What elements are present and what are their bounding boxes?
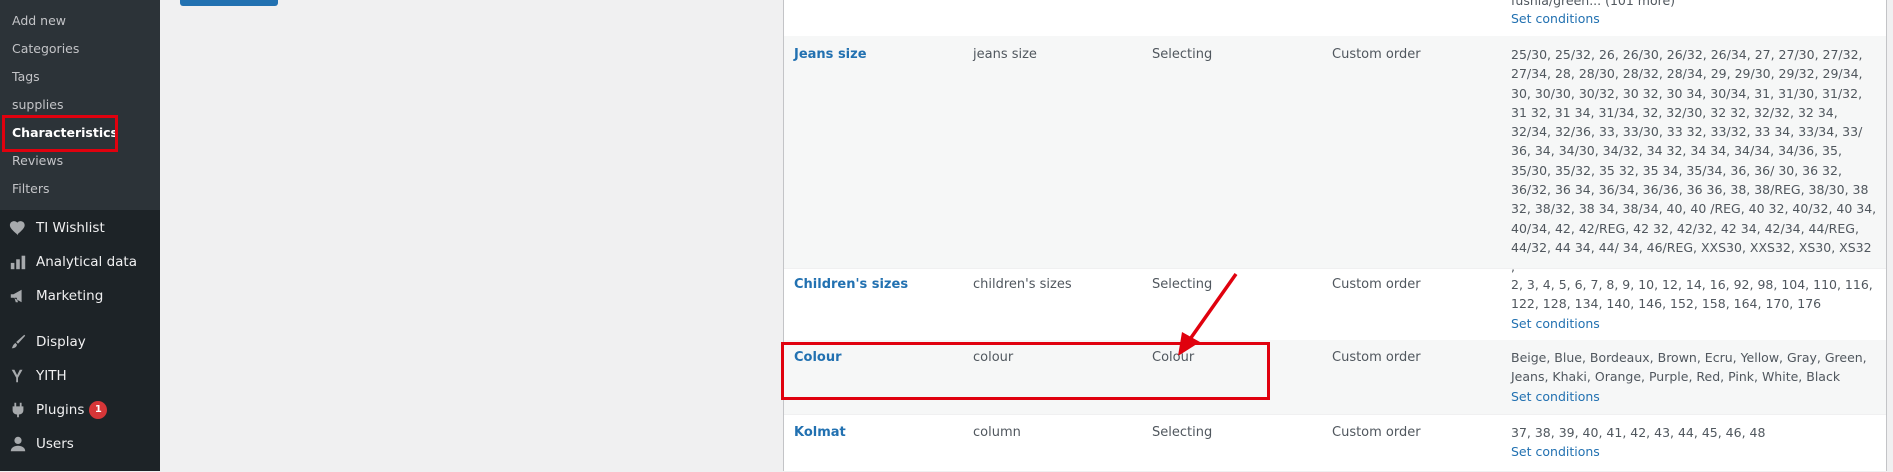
table-row: Children's sizes children's sizes Select… bbox=[784, 268, 1886, 341]
attribute-slug: children's sizes bbox=[973, 277, 1072, 292]
admin-sidebar: Add new Categories Tags supplies Charact… bbox=[0, 0, 160, 471]
attributes-table: fushia/green... (101 more) Set condition… bbox=[783, 0, 1887, 472]
submenu-reviews[interactable]: Reviews bbox=[12, 153, 63, 168]
attribute-slug: column bbox=[973, 425, 1021, 440]
menu-yith[interactable]: YITH bbox=[0, 361, 160, 391]
characteristics-highlight-box bbox=[2, 115, 118, 152]
terms-cell: 25/30, 25/32, 26, 26/30, 26/32, 26/34, 2… bbox=[1511, 45, 1877, 277]
submenu-add-new[interactable]: Add new bbox=[12, 13, 66, 28]
table-row: Jeans size jeans size Selecting Custom o… bbox=[784, 36, 1886, 274]
menu-plugins[interactable]: Plugins 1 bbox=[0, 395, 160, 425]
heart-icon bbox=[8, 218, 28, 238]
menu-label: Plugins bbox=[36, 402, 85, 418]
set-conditions-link[interactable]: Set conditions bbox=[1511, 314, 1877, 333]
menu-label: Display bbox=[36, 334, 86, 350]
annotation-arrow-icon bbox=[1178, 272, 1238, 355]
plugin-icon bbox=[8, 400, 28, 420]
attribute-slug: jeans size bbox=[973, 47, 1037, 62]
attribute-order: Custom order bbox=[1332, 425, 1421, 440]
menu-display[interactable]: Display bbox=[0, 327, 160, 357]
attribute-order: Custom order bbox=[1332, 47, 1421, 62]
menu-label: Marketing bbox=[36, 288, 104, 304]
menu-label: Users bbox=[36, 436, 74, 452]
add-attribute-button[interactable] bbox=[180, 0, 278, 6]
submenu-tags[interactable]: Tags bbox=[12, 69, 40, 84]
menu-users[interactable]: Users bbox=[0, 429, 160, 459]
attribute-name-link[interactable]: Children's sizes bbox=[794, 277, 908, 292]
submenu-filters[interactable]: Filters bbox=[12, 181, 49, 196]
menu-marketing[interactable]: Marketing bbox=[0, 281, 160, 311]
terms-cell: 37, 38, 39, 40, 41, 42, 43, 44, 45, 46, … bbox=[1511, 423, 1877, 462]
yith-icon bbox=[8, 366, 28, 386]
menu-ti-wishlist[interactable]: TI Wishlist bbox=[0, 213, 160, 243]
attribute-name-link[interactable]: Jeans size bbox=[794, 47, 867, 62]
attribute-type: Selecting bbox=[1152, 425, 1213, 440]
table-row: Kolmat column Selecting Custom order 37,… bbox=[784, 414, 1886, 472]
terms-cell: Beige, Blue, Bordeaux, Brown, Ecru, Yell… bbox=[1511, 348, 1877, 406]
set-conditions-link[interactable]: Set conditions bbox=[1511, 11, 1600, 26]
terms-list: 25/30, 25/32, 26, 26/30, 26/32, 26/34, 2… bbox=[1511, 47, 1877, 255]
menu-label: TI Wishlist bbox=[36, 220, 105, 236]
paintbrush-icon bbox=[8, 332, 28, 352]
terms-cell: fushia/green... (101 more) bbox=[1511, 0, 1676, 8]
terms-list: Beige, Blue, Bordeaux, Brown, Ecru, Yell… bbox=[1511, 350, 1867, 385]
user-icon bbox=[8, 434, 28, 454]
terms-cell: 2, 3, 4, 5, 6, 7, 8, 9, 10, 12, 14, 16, … bbox=[1511, 275, 1877, 333]
menu-label: Analytical data bbox=[36, 254, 137, 270]
attribute-name-link[interactable]: Kolmat bbox=[794, 425, 846, 440]
terms-list: 2, 3, 4, 5, 6, 7, 8, 9, 10, 12, 14, 16, … bbox=[1511, 277, 1873, 312]
plugins-update-badge: 1 bbox=[89, 401, 108, 419]
set-conditions-link[interactable]: Set conditions bbox=[1511, 442, 1877, 461]
bar-chart-icon bbox=[8, 252, 28, 272]
menu-label: YITH bbox=[36, 368, 67, 384]
set-conditions-link[interactable]: Set conditions bbox=[1511, 387, 1877, 406]
terms-list: 37, 38, 39, 40, 41, 42, 43, 44, 45, 46, … bbox=[1511, 425, 1766, 440]
table-row: fushia/green... (101 more) Set condition… bbox=[784, 0, 1886, 37]
attribute-type: Selecting bbox=[1152, 47, 1213, 62]
megaphone-icon bbox=[8, 286, 28, 306]
submenu-categories[interactable]: Categories bbox=[12, 41, 79, 56]
menu-analytical-data[interactable]: Analytical data bbox=[0, 247, 160, 277]
attribute-order: Custom order bbox=[1332, 277, 1421, 292]
attribute-order: Custom order bbox=[1332, 350, 1421, 365]
submenu-supplies[interactable]: supplies bbox=[12, 97, 63, 112]
